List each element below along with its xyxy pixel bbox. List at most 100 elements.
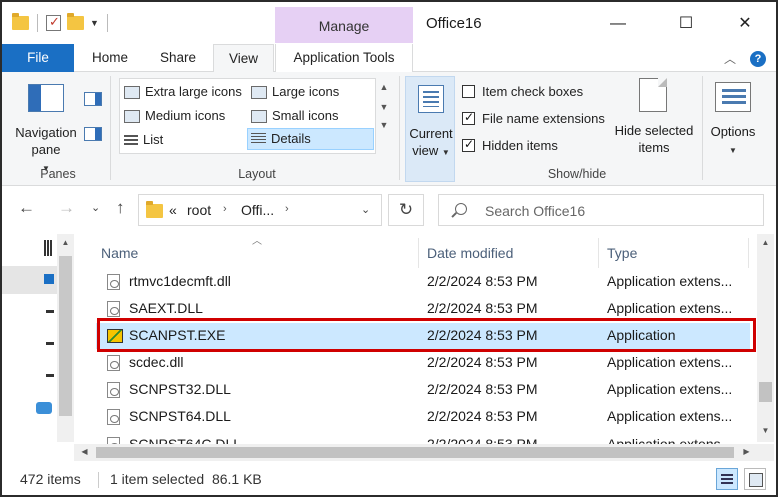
properties-icon[interactable] <box>46 14 61 31</box>
new-folder-icon[interactable] <box>67 13 84 30</box>
drive-icon[interactable] <box>46 310 54 313</box>
item-check-boxes-checkbox[interactable] <box>462 84 475 98</box>
group-label-panes: Panes <box>40 167 76 181</box>
column-header-name[interactable]: Name <box>101 238 138 268</box>
breadcrumb-overflow[interactable]: « <box>169 202 177 218</box>
sort-indicator-icon: ︿ <box>252 236 262 247</box>
network-icon[interactable] <box>36 402 52 414</box>
hidden-items-label: Hidden items <box>482 137 558 153</box>
scroll-up-icon[interactable]: ▲ <box>757 238 774 247</box>
forward-arrow-icon[interactable]: → <box>58 198 75 218</box>
file-name: scdec.dll <box>129 354 184 370</box>
layout-gallery-scroll[interactable]: ▲ ▼ ▼ <box>377 78 391 154</box>
tab-file[interactable]: File <box>2 44 74 72</box>
preview-pane-icon[interactable] <box>84 92 102 106</box>
navigation-pane-icon[interactable] <box>28 84 64 112</box>
group-label-show-hide: Show/hide <box>547 167 607 181</box>
current-view-button[interactable]: Current view ▼ <box>405 76 455 182</box>
layout-details[interactable]: Details <box>247 128 374 150</box>
file-row[interactable]: rtmvc1decmft.dll 2/2/2024 8:53 PM Applic… <box>96 269 750 295</box>
hide-selected-items-button[interactable]: Hide selected items <box>610 122 698 156</box>
maximize-button[interactable]: ☐ <box>663 10 709 38</box>
details-view-icon <box>251 133 266 145</box>
search-box[interactable] <box>438 194 764 226</box>
manage-contextual-tab[interactable]: Manage <box>275 7 413 43</box>
layout-list[interactable]: List <box>121 129 245 151</box>
vertical-scrollbar[interactable]: ▲ ▼ <box>757 234 774 442</box>
details-view-button[interactable] <box>716 468 738 490</box>
large-icons-icon <box>251 85 267 99</box>
up-arrow-icon[interactable]: ↑ <box>116 198 125 218</box>
scroll-left-icon[interactable]: ◀ <box>76 447 93 456</box>
layout-large-icons[interactable]: Large icons <box>248 81 374 103</box>
address-bar[interactable]: « root › Offi... › ⌄ <box>138 194 382 226</box>
column-header-date-modified[interactable]: Date modified <box>427 238 513 268</box>
drive-icon[interactable] <box>46 342 54 345</box>
scroll-down-icon[interactable]: ▼ <box>377 102 391 112</box>
nav-pane-scrollbar[interactable]: ▲ <box>57 234 74 442</box>
layout-label: Details <box>271 131 311 146</box>
large-icons-view-button[interactable] <box>744 468 766 490</box>
vertical-scroll-thumb[interactable] <box>759 382 772 402</box>
hide-selected-items-icon[interactable] <box>639 78 667 112</box>
file-name-extensions-checkbox[interactable] <box>462 110 475 125</box>
address-dropdown-icon[interactable]: ⌄ <box>361 203 370 216</box>
hidden-items-option[interactable]: Hidden items <box>462 135 558 155</box>
hidden-items-checkbox[interactable] <box>462 137 475 152</box>
customize-qat-icon[interactable]: ▼ <box>90 18 99 28</box>
status-bar: 472 items 1 item selected 86.1 KB <box>2 464 776 495</box>
file-type: Application extens... <box>607 354 733 370</box>
file-row[interactable]: SCNPST32.DLL 2/2/2024 8:53 PM Applicatio… <box>96 377 750 403</box>
windows-drive-icon[interactable] <box>44 274 54 284</box>
recent-locations-chevron-icon[interactable]: ⌄ <box>91 201 100 214</box>
videos-icon[interactable] <box>44 240 52 256</box>
layout-label: Extra large icons <box>145 84 242 99</box>
file-name-extensions-option[interactable]: File name extensions <box>462 108 605 128</box>
more-icon[interactable]: ▼ <box>377 120 391 130</box>
column-divider[interactable] <box>598 238 599 268</box>
breadcrumb-root[interactable]: root <box>187 202 211 218</box>
options-button[interactable]: Options ▼ <box>702 123 764 159</box>
file-row[interactable]: scdec.dll 2/2/2024 8:53 PM Application e… <box>96 350 750 376</box>
column-divider[interactable] <box>418 238 419 268</box>
scroll-right-icon[interactable]: ▶ <box>738 447 755 456</box>
drive-icon[interactable] <box>46 374 54 377</box>
layout-small-icons[interactable]: Small icons <box>248 105 374 127</box>
column-header-type[interactable]: Type <box>607 238 637 268</box>
file-type: Application extens... <box>607 408 733 424</box>
item-check-boxes-option[interactable]: Item check boxes <box>462 81 583 101</box>
tab-share[interactable]: Share <box>150 44 206 72</box>
column-divider[interactable] <box>748 238 749 268</box>
minimize-ribbon-icon[interactable]: ︿ <box>724 50 736 67</box>
file-date: 2/2/2024 8:53 PM <box>427 436 538 444</box>
tab-home[interactable]: Home <box>82 44 138 72</box>
breadcrumb-office[interactable]: Offi... <box>241 202 274 218</box>
scroll-down-icon[interactable]: ▼ <box>757 426 774 435</box>
nav-pane-scroll-thumb[interactable] <box>59 256 72 416</box>
horizontal-scroll-thumb[interactable] <box>96 447 734 458</box>
refresh-button[interactable]: ↻ <box>388 194 424 226</box>
help-icon[interactable]: ? <box>750 50 766 67</box>
status-divider <box>98 472 99 488</box>
back-arrow-icon[interactable]: ← <box>18 198 35 218</box>
tab-application-tools[interactable]: Application Tools <box>275 44 413 72</box>
group-divider <box>399 76 400 180</box>
minimize-button[interactable]: — <box>595 10 641 38</box>
options-icon[interactable] <box>715 82 751 112</box>
horizontal-scrollbar[interactable]: ◀ ▶ <box>74 444 757 461</box>
tab-view[interactable]: View <box>213 44 274 73</box>
breadcrumb-separator-icon[interactable]: › <box>285 203 289 215</box>
search-input[interactable] <box>485 200 745 222</box>
scroll-up-icon[interactable]: ▲ <box>377 82 391 92</box>
details-pane-icon[interactable] <box>84 127 102 141</box>
content-area: ▲ ︿ Name Date modified Type rtmvc1decmft… <box>2 232 776 464</box>
close-button[interactable]: ✕ <box>722 10 768 38</box>
file-row[interactable]: SCNPST64.DLL 2/2/2024 8:53 PM Applicatio… <box>96 404 750 430</box>
layout-medium-icons[interactable]: Medium icons <box>121 105 245 127</box>
layout-extra-large-icons[interactable]: Extra large icons <box>121 81 245 103</box>
file-row-partial[interactable]: SCNPST64C.DLL 2/2/2024 8:53 PM Applicati… <box>96 435 750 444</box>
breadcrumb-separator-icon[interactable]: › <box>223 203 227 215</box>
explorer-window: ▼ Manage Office16 — ☐ ✕ File Home Share … <box>0 0 778 497</box>
scroll-up-icon[interactable]: ▲ <box>57 238 74 247</box>
search-icon <box>455 203 467 215</box>
